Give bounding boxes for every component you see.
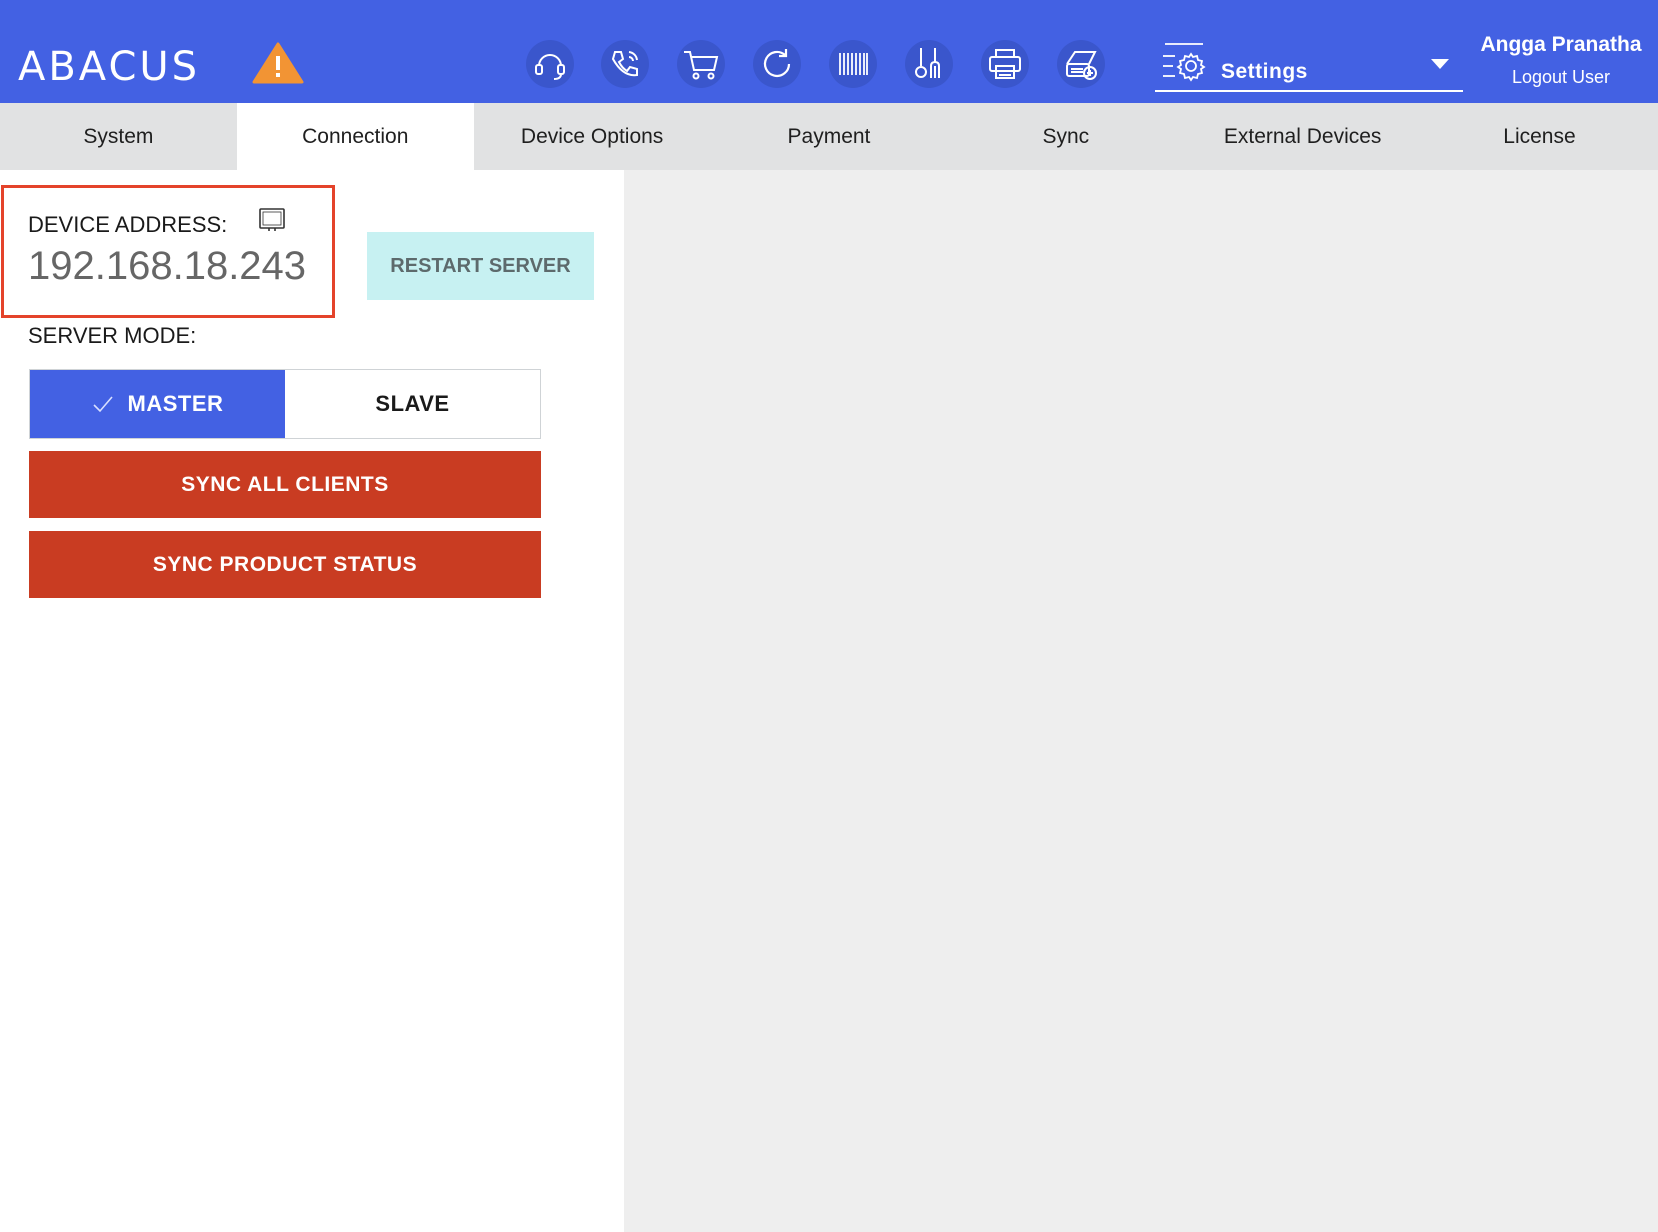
detail-panel <box>624 170 1658 1232</box>
tab-connection[interactable]: Connection <box>236 103 474 170</box>
tab-sync[interactable]: Sync <box>947 103 1184 170</box>
server-mode-slave-option[interactable]: SLAVE <box>285 370 540 438</box>
settings-select-label: Settings <box>1221 60 1308 83</box>
refresh-icon[interactable] <box>753 40 801 88</box>
top-bar: ABACUS Settings Angga Pranatha Logout Us… <box>0 0 1658 103</box>
sync-all-clients-button[interactable]: SYNC ALL CLIENTS <box>29 451 541 518</box>
printer-icon[interactable] <box>981 40 1029 88</box>
server-mode-label: SERVER MODE: <box>28 323 197 348</box>
server-mode-toggle: MASTER SLAVE <box>29 369 541 439</box>
server-mode-master-option[interactable]: MASTER <box>30 370 285 438</box>
logout-link[interactable]: Logout User <box>1470 67 1652 88</box>
tab-system[interactable]: System <box>0 103 237 170</box>
tab-license[interactable]: License <box>1421 103 1658 170</box>
add-device-icon[interactable] <box>1057 40 1105 88</box>
sync-product-status-button[interactable]: SYNC PRODUCT STATUS <box>29 531 541 598</box>
device-address-label: DEVICE ADDRESS: <box>28 212 228 237</box>
settings-select[interactable]: Settings <box>1155 42 1463 92</box>
settings-tabs: System Connection Device Options Payment… <box>0 103 1658 170</box>
headset-icon[interactable] <box>526 40 574 88</box>
utensils-icon[interactable] <box>905 40 953 88</box>
app-logo: ABACUS <box>18 44 201 90</box>
tab-device-options[interactable]: Device Options <box>474 103 711 170</box>
phone-icon[interactable] <box>601 40 649 88</box>
check-icon <box>92 396 113 413</box>
device-address-value: 192.168.18.243 <box>28 244 307 288</box>
user-name: Angga Pranatha <box>1480 33 1642 56</box>
warning-triangle-icon[interactable] <box>252 42 304 84</box>
monitor-icon[interactable] <box>258 207 286 233</box>
server-mode-slave-label: SLAVE <box>375 391 450 416</box>
barcode-icon[interactable] <box>829 40 877 88</box>
tab-payment[interactable]: Payment <box>711 103 948 170</box>
cart-icon[interactable] <box>677 40 725 88</box>
settings-gear-icon <box>1163 43 1206 82</box>
tab-external-devices[interactable]: External Devices <box>1184 103 1421 170</box>
server-mode-master-label: MASTER <box>127 391 224 416</box>
restart-server-button[interactable]: RESTART SERVER <box>367 232 594 300</box>
chevron-down-icon <box>1431 59 1449 69</box>
